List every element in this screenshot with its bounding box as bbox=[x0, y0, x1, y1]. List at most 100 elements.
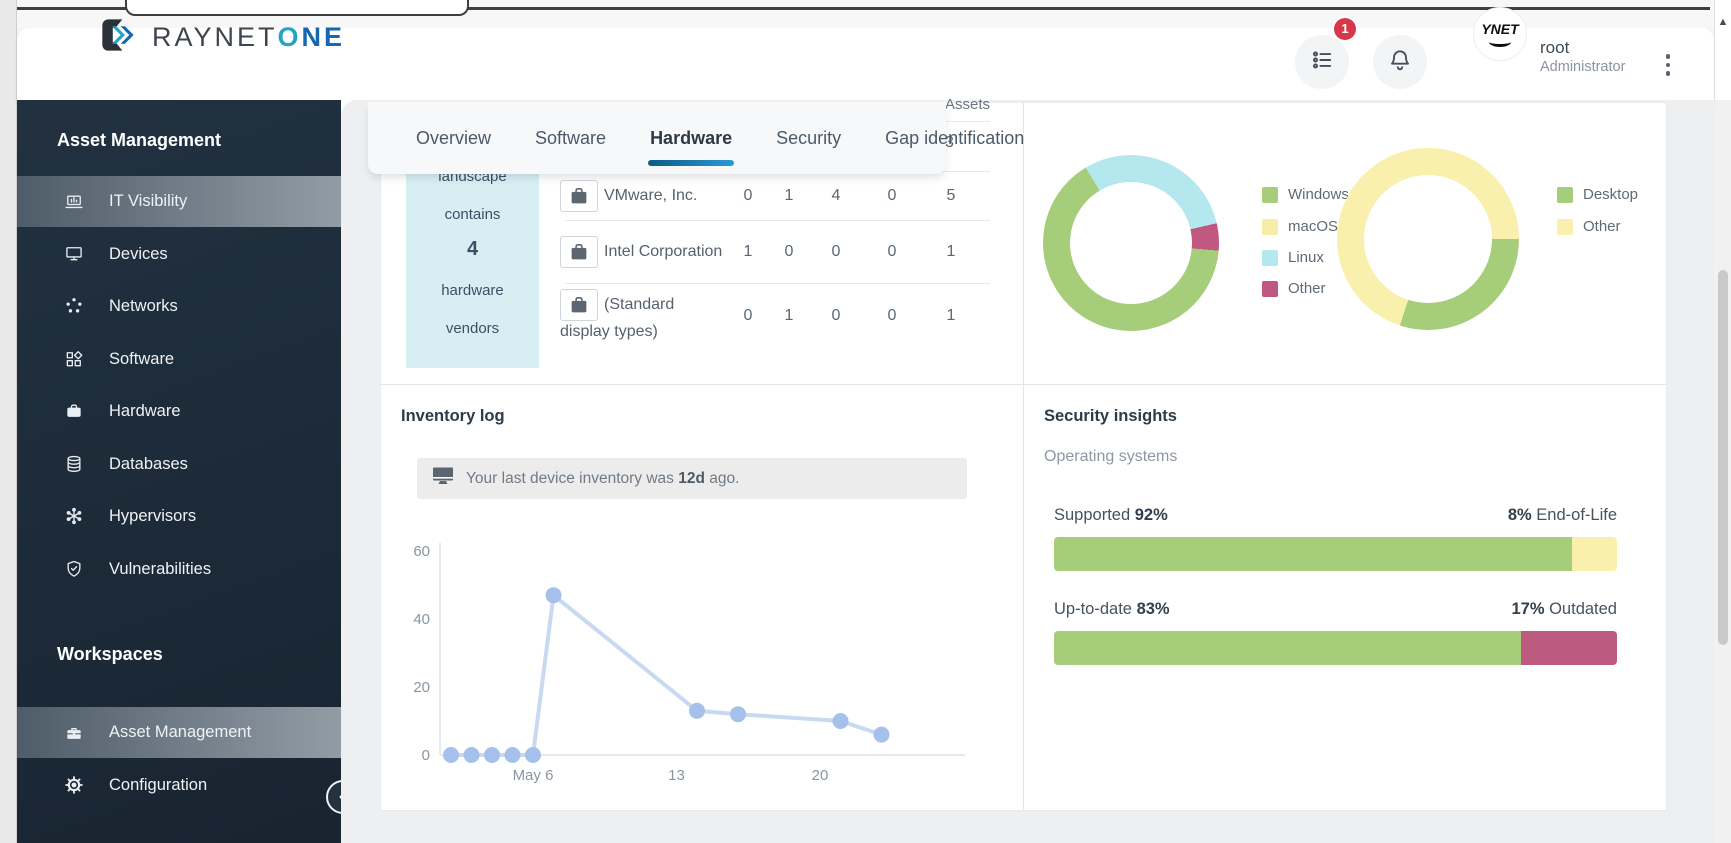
table-row-standard-display[interactable]: (Standard display types) 0 1 0 0 1 bbox=[560, 283, 990, 349]
sidebar-item-label: Hypervisors bbox=[109, 506, 197, 525]
legend-other-type[interactable]: Other bbox=[1557, 218, 1621, 235]
legend-desktop[interactable]: Desktop bbox=[1557, 186, 1638, 203]
monitor-icon bbox=[431, 465, 455, 492]
legend-windows[interactable]: Windows bbox=[1262, 186, 1349, 203]
sidebar-item-label: Software bbox=[109, 349, 175, 368]
vendor-hardware-icon bbox=[560, 289, 598, 322]
notifications-button[interactable] bbox=[1373, 35, 1427, 89]
legend-swatch bbox=[1262, 218, 1278, 235]
sidebar-item-label: Vulnerabilities bbox=[109, 559, 212, 578]
table-cell: 1 bbox=[784, 186, 794, 204]
tab-hardware[interactable]: Hardware bbox=[628, 102, 754, 174]
sidebar-item-label: Networks bbox=[109, 296, 178, 315]
legend-label: Desktop bbox=[1583, 186, 1639, 203]
sidebar-item-it-visibility[interactable]: IT Visibility bbox=[17, 176, 341, 227]
table-cell: 1 bbox=[784, 307, 794, 324]
task-list-icon bbox=[1309, 47, 1335, 78]
tab-bar: Overview Software Hardware Security Gap … bbox=[368, 102, 1024, 174]
legend-swatch bbox=[1557, 218, 1573, 235]
network-nodes-icon bbox=[64, 296, 84, 316]
table-cell: 0 bbox=[887, 186, 897, 204]
sidebar-item-label: Asset Management bbox=[109, 723, 252, 741]
inventory-banner-text: Your last device inventory was 12d ago. bbox=[466, 469, 740, 487]
table-cell: 0 bbox=[887, 307, 897, 324]
svg-text:20: 20 bbox=[812, 767, 829, 784]
table-cell: 5 bbox=[946, 186, 956, 204]
sidebar-item-label: Hardware bbox=[109, 401, 181, 420]
device-type-donut-chart bbox=[1337, 148, 1519, 330]
tab-overview[interactable]: Overview bbox=[394, 102, 513, 174]
legend-linux[interactable]: Linux bbox=[1262, 249, 1324, 266]
sidebar-item-software[interactable]: Software bbox=[17, 335, 341, 383]
table-cell: 0 bbox=[743, 186, 753, 204]
vendor-summary-line: vendors bbox=[445, 320, 500, 337]
legend-swatch bbox=[1557, 186, 1573, 203]
svg-text:60: 60 bbox=[413, 543, 430, 560]
sidebar-item-hypervisors[interactable]: Hypervisors bbox=[17, 492, 341, 540]
tab-label: Software bbox=[535, 127, 607, 148]
vendor-hardware-icon bbox=[560, 235, 598, 268]
uptodate-bar-labels: 17% Outdated Up-to-date 83% bbox=[1054, 600, 1617, 618]
scrollbar-thumb[interactable] bbox=[1718, 270, 1728, 645]
tab-software[interactable]: Software bbox=[513, 102, 628, 174]
tab-label: Overview bbox=[416, 127, 492, 148]
uptodate-outdated-bar bbox=[1054, 631, 1617, 665]
sidebar-item-hardware[interactable]: Hardware bbox=[17, 387, 341, 435]
hardware-case-icon bbox=[64, 401, 84, 421]
table-cell: 0 bbox=[831, 242, 841, 260]
table-row-vmware[interactable]: VMware, Inc. 0 1 4 0 5 bbox=[560, 171, 990, 220]
table-cell: 1 bbox=[946, 242, 956, 260]
legend-swatch bbox=[1262, 249, 1278, 266]
panel-divider-horizontal bbox=[380, 384, 1667, 385]
sidebar-section-asset-management: Asset Management bbox=[57, 130, 222, 150]
user-avatar[interactable]: YNET bbox=[1473, 7, 1527, 61]
table-row-intel[interactable]: Intel Corporation 1 0 0 0 1 bbox=[560, 220, 990, 283]
active-tab-underline bbox=[648, 160, 735, 166]
donut-hole bbox=[1364, 175, 1492, 303]
table-cell: 0 bbox=[887, 242, 897, 260]
legend-other-os[interactable]: Other bbox=[1262, 280, 1326, 297]
inventory-banner: Your last device inventory was 12d ago. bbox=[417, 458, 967, 499]
svg-text:20: 20 bbox=[413, 679, 430, 696]
inventory-log-title: Inventory log bbox=[401, 407, 505, 425]
vendor-name: Intel Corporation bbox=[604, 242, 723, 260]
svg-text:0: 0 bbox=[422, 747, 430, 764]
uptodate-segment bbox=[1054, 631, 1522, 665]
laptop-chart-icon bbox=[64, 192, 84, 212]
sidebar: Asset Management IT Visibility Devices N… bbox=[17, 100, 341, 843]
sidebar-item-devices[interactable]: Devices bbox=[17, 230, 341, 278]
tab-security[interactable]: Security bbox=[754, 102, 863, 174]
table-cell: 1 bbox=[946, 307, 956, 324]
tab-gap-identification[interactable]: Gap identification bbox=[863, 102, 1046, 174]
donut-hole bbox=[1070, 182, 1192, 304]
table-cell: 0 bbox=[743, 307, 753, 324]
eol-segment bbox=[1571, 537, 1617, 571]
table-cell: 0 bbox=[831, 307, 841, 324]
hypervisor-asterisk-icon bbox=[64, 506, 84, 526]
sidebar-item-databases[interactable]: Databases bbox=[17, 440, 341, 488]
more-menu-button[interactable] bbox=[1660, 48, 1676, 82]
legend-macos[interactable]: macOS bbox=[1262, 218, 1338, 235]
sidebar-item-configuration[interactable]: Configuration bbox=[17, 761, 341, 809]
briefcase-icon bbox=[64, 723, 84, 743]
sidebar-item-vulnerabilities[interactable]: Vulnerabilities bbox=[17, 545, 341, 593]
svg-text:13: 13 bbox=[668, 767, 685, 784]
scrollbar-up-arrow-icon[interactable]: ▲ bbox=[1716, 14, 1730, 30]
monitor-icon bbox=[64, 244, 84, 264]
avatar-swoosh bbox=[1489, 37, 1511, 47]
supported-eol-bar bbox=[1054, 537, 1617, 571]
app-logo[interactable]: RAYNETONE bbox=[98, 10, 345, 64]
svg-text:40: 40 bbox=[413, 611, 430, 628]
task-list-button[interactable] bbox=[1295, 35, 1349, 89]
notification-count-badge: 1 bbox=[1334, 18, 1356, 40]
sidebar-item-networks[interactable]: Networks bbox=[17, 282, 341, 330]
database-icon bbox=[64, 454, 84, 474]
operating-systems-subtitle: Operating systems bbox=[1044, 448, 1178, 465]
user-role: Administrator bbox=[1540, 59, 1626, 75]
table-cell: 0 bbox=[784, 242, 794, 260]
sidebar-item-workspace-asset-management[interactable]: Asset Management bbox=[17, 707, 341, 758]
vendor-count: 4 bbox=[466, 238, 479, 260]
vendor-hardware-icon bbox=[560, 179, 598, 212]
legend-label: Linux bbox=[1288, 249, 1324, 266]
tab-label: Gap identification bbox=[885, 127, 1025, 148]
